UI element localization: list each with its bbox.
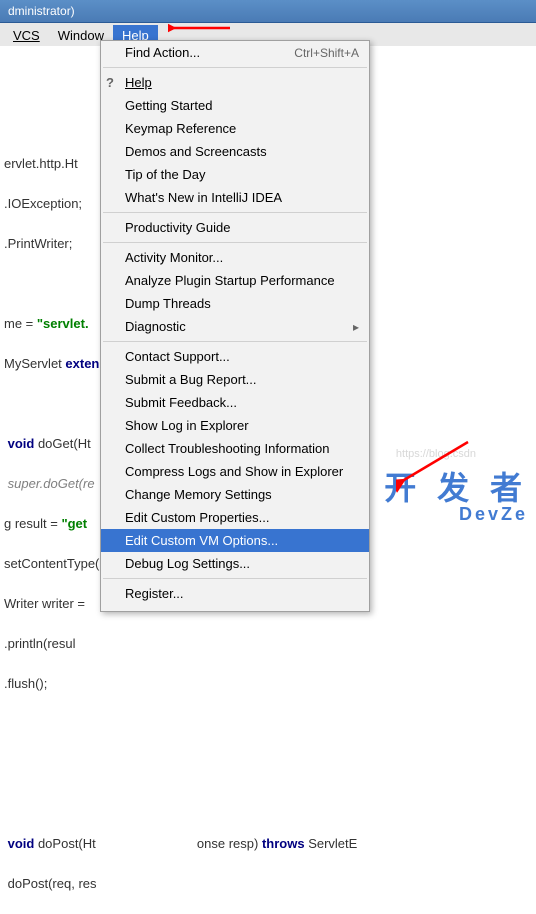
- menu-submit-feedback[interactable]: Submit Feedback...: [101, 391, 369, 414]
- menu-activity-monitor[interactable]: Activity Monitor...: [101, 246, 369, 269]
- menu-help-item[interactable]: ?Help: [101, 71, 369, 94]
- window-titlebar: dministrator): [0, 0, 536, 23]
- menu-find-action[interactable]: Find Action...Ctrl+Shift+A: [101, 41, 369, 64]
- annotation-arrow-to-help: [168, 18, 238, 38]
- shortcut-label: Ctrl+Shift+A: [294, 46, 359, 60]
- menu-dump-threads[interactable]: Dump Threads: [101, 292, 369, 315]
- question-icon: ?: [106, 75, 114, 90]
- annotation-arrow-to-vm-options: [396, 438, 476, 493]
- menu-whats-new[interactable]: What's New in IntelliJ IDEA: [101, 186, 369, 209]
- menu-tip-of-day[interactable]: Tip of the Day: [101, 163, 369, 186]
- menu-getting-started[interactable]: Getting Started: [101, 94, 369, 117]
- menu-compress-logs[interactable]: Compress Logs and Show in Explorer: [101, 460, 369, 483]
- menu-analyze-plugin[interactable]: Analyze Plugin Startup Performance: [101, 269, 369, 292]
- menu-collect-troubleshooting[interactable]: Collect Troubleshooting Information: [101, 437, 369, 460]
- menu-edit-custom-properties[interactable]: Edit Custom Properties...: [101, 506, 369, 529]
- menu-change-memory[interactable]: Change Memory Settings: [101, 483, 369, 506]
- menu-vcs[interactable]: VCS: [4, 25, 49, 46]
- menu-demos[interactable]: Demos and Screencasts: [101, 140, 369, 163]
- menu-edit-custom-vm-options[interactable]: Edit Custom VM Options...: [101, 529, 369, 552]
- menu-show-log[interactable]: Show Log in Explorer: [101, 414, 369, 437]
- menu-debug-log-settings[interactable]: Debug Log Settings...: [101, 552, 369, 575]
- menu-submit-bug[interactable]: Submit a Bug Report...: [101, 368, 369, 391]
- menu-contact-support[interactable]: Contact Support...: [101, 345, 369, 368]
- menu-keymap-reference[interactable]: Keymap Reference: [101, 117, 369, 140]
- menu-diagnostic[interactable]: Diagnostic▸: [101, 315, 369, 338]
- help-menu-dropdown: Find Action...Ctrl+Shift+A ?Help Getting…: [100, 40, 370, 612]
- menu-productivity-guide[interactable]: Productivity Guide: [101, 216, 369, 239]
- submenu-arrow-icon: ▸: [353, 320, 359, 334]
- menu-register[interactable]: Register...: [101, 582, 369, 605]
